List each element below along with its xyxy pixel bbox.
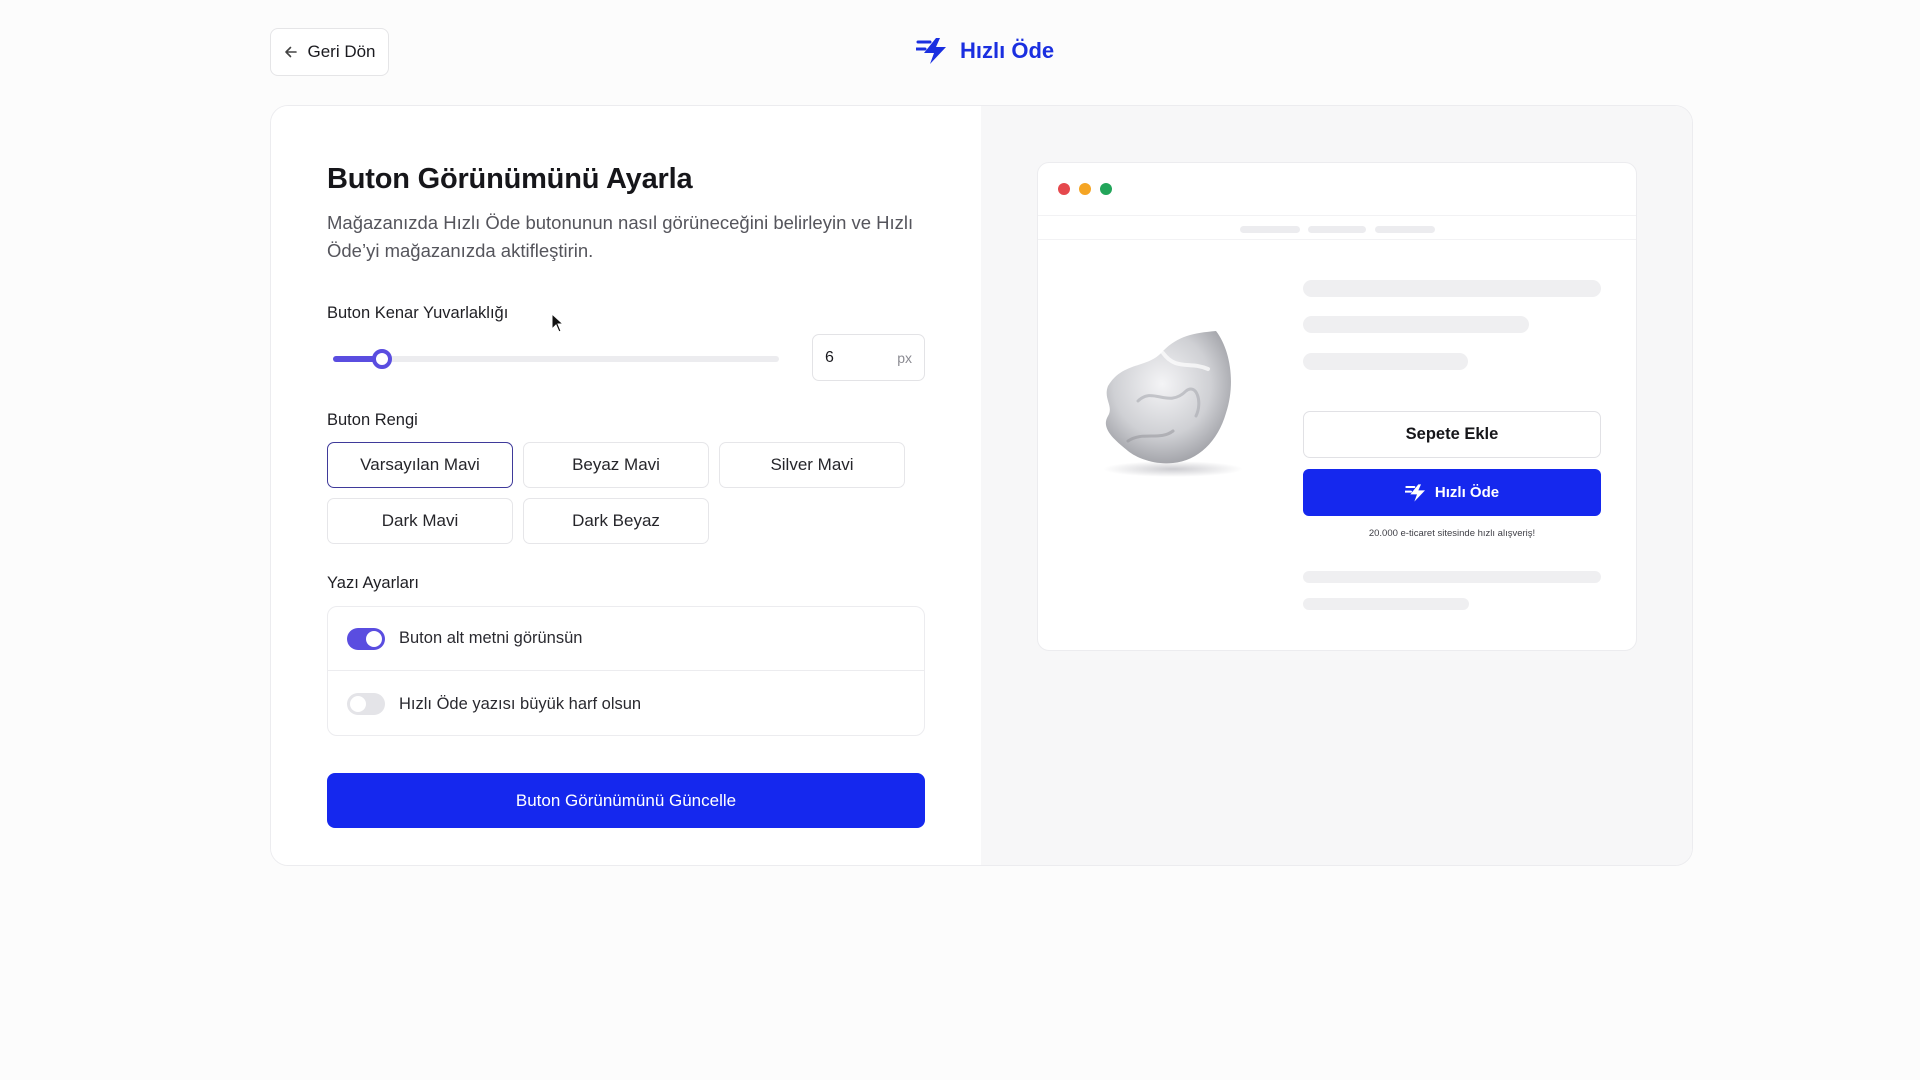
color-option-label: Varsayılan Mavi <box>360 455 480 474</box>
price-placeholder <box>1303 316 1529 333</box>
minimize-dot <box>1079 183 1091 195</box>
maximize-dot <box>1100 183 1112 195</box>
footer-placeholder <box>1303 571 1601 583</box>
update-button[interactable]: Buton Görünümünü Güncelle <box>327 773 925 828</box>
product-image <box>1068 291 1248 491</box>
footer-placeholder <box>1303 598 1469 610</box>
settings-card: Buton Görünümünü Ayarla Mağazanızda Hızl… <box>270 105 1693 866</box>
color-option-label: Dark Mavi <box>381 511 459 530</box>
back-button[interactable]: Geri Dön <box>270 28 389 76</box>
color-option-label: Beyaz Mavi <box>572 455 660 474</box>
browser-nav-bar <box>1038 215 1636 240</box>
radius-slider-thumb[interactable] <box>372 349 393 369</box>
color-option-label: Silver Mavi <box>770 455 854 474</box>
title-placeholder <box>1303 280 1601 297</box>
text-settings-label: Yazı Ayarları <box>327 574 420 592</box>
toggle-row-uppercase: Hızlı Öde yazısı büyük harf olsun <box>328 672 924 736</box>
text-settings-box: Buton alt metni görünsün Hızlı Öde yazıs… <box>327 606 925 736</box>
subtext-toggle[interactable] <box>347 627 385 650</box>
color-option-dark-beyaz[interactable]: Dark Beyaz <box>523 498 709 544</box>
radius-value: 6 <box>825 348 834 366</box>
radius-slider[interactable] <box>333 349 779 369</box>
fast-pay-preview-button[interactable]: Hızlı Öde <box>1303 469 1601 516</box>
toggle-knob <box>366 630 382 647</box>
add-to-cart-button[interactable]: Sepete Ekle <box>1303 411 1601 458</box>
toggle-knob <box>350 696 366 712</box>
lightning-icon <box>1404 483 1425 502</box>
uppercase-toggle[interactable] <box>347 693 385 715</box>
toggle-label: Buton alt metni görünsün <box>399 629 583 647</box>
window-controls <box>1058 183 1112 195</box>
settings-panel: Buton Görünümünü Ayarla Mağazanızda Hızl… <box>271 106 981 865</box>
color-option-dark-mavi[interactable]: Dark Mavi <box>327 498 513 544</box>
page-subtitle: Mağazanızda Hızlı Öde butonunun nasıl gö… <box>327 212 914 261</box>
color-option-label: Dark Beyaz <box>572 511 660 530</box>
toggle-row-subtext: Buton alt metni görünsün <box>328 607 924 671</box>
radius-label: Buton Kenar Yuvarlaklığı <box>327 304 509 322</box>
nav-placeholder <box>1308 226 1366 233</box>
color-option-beyaz-mavi[interactable]: Beyaz Mavi <box>523 442 709 488</box>
toggle-label: Hızlı Öde yazısı büyük harf olsun <box>399 694 642 713</box>
preview-browser-window: Sepete Ekle Hızlı Öde 20.000 e-ticaret s… <box>1037 162 1637 651</box>
radius-input[interactable]: 6 px <box>812 334 925 381</box>
detail-placeholder <box>1303 353 1468 370</box>
preview-panel: Sepete Ekle Hızlı Öde 20.000 e-ticaret s… <box>981 106 1692 865</box>
color-option-silver-mavi[interactable]: Silver Mavi <box>719 442 905 488</box>
brand-name: Hızlı Öde <box>960 38 1055 63</box>
color-option-varsayilan-mavi[interactable]: Varsayılan Mavi <box>327 442 513 488</box>
brand-logo: Hızlı Öde <box>916 34 1054 68</box>
fast-pay-subtext: 20.000 e-ticaret sitesinde hızlı alışver… <box>1368 528 1536 539</box>
nav-placeholder <box>1375 226 1435 233</box>
page-title: Buton Görünümünü Ayarla <box>327 163 693 195</box>
color-label: Buton Rengi <box>327 411 418 429</box>
radius-unit: px <box>897 349 912 366</box>
close-dot <box>1058 183 1070 195</box>
fast-pay-label: Hızlı Öde <box>1434 484 1500 501</box>
mouse-cursor-icon <box>551 313 565 333</box>
back-button-label: Geri Dön <box>307 42 376 61</box>
arrow-left-icon <box>285 46 298 58</box>
nav-placeholder <box>1240 226 1300 233</box>
lightning-icon <box>916 38 946 64</box>
